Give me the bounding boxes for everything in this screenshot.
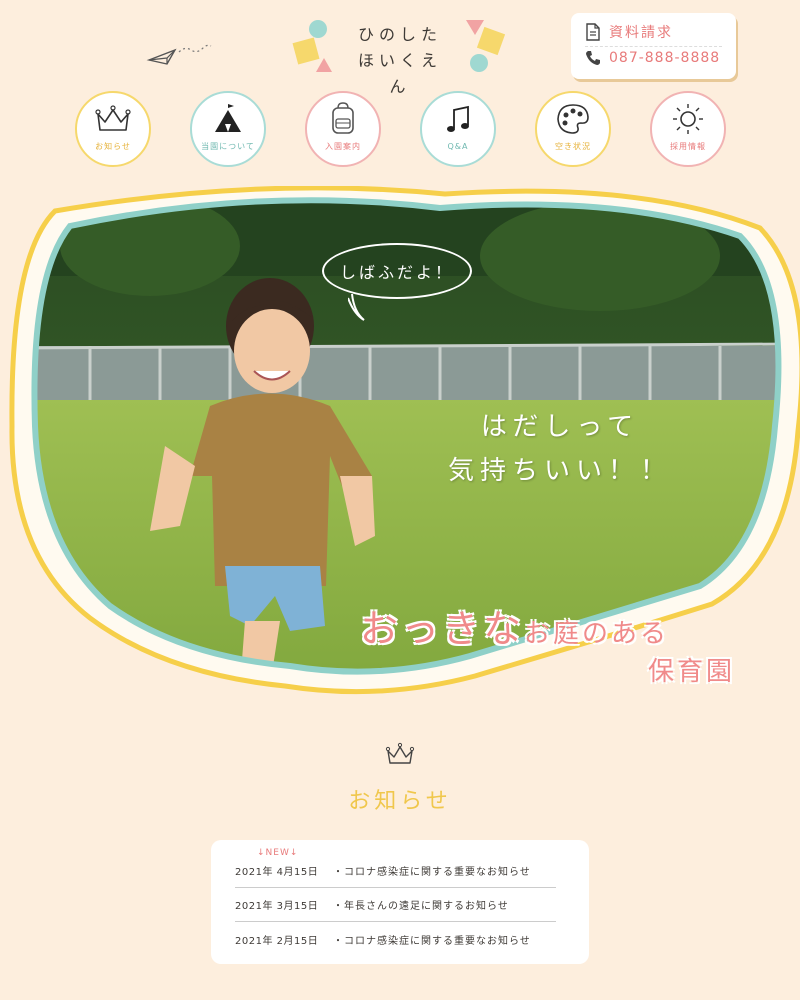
palette-icon <box>557 104 589 134</box>
tagline-big: おっきな <box>360 607 525 651</box>
phone-link[interactable]: 087-888-8888 <box>585 50 720 66</box>
nav-item-admission[interactable]: 入園案内 <box>305 91 381 167</box>
logo-triangle-pink <box>316 58 332 72</box>
nav-label-admission: 入園案内 <box>325 142 361 151</box>
phone-icon <box>586 51 600 65</box>
nav-item-qa[interactable]: Q&A <box>420 91 496 167</box>
contact-divider <box>585 46 722 47</box>
sun-icon <box>673 104 703 134</box>
news-item[interactable]: 2021年 4月15日 ・コロナ感染症に関する重要なお知らせ <box>235 854 556 888</box>
paper-plane-icon <box>146 44 212 65</box>
nav-label-qa: Q&A <box>447 142 469 151</box>
news-date: 2021年 3月15日 <box>235 901 319 912</box>
tagline-mid: お庭のある <box>524 619 670 649</box>
nav-item-news[interactable]: お知らせ <box>75 91 151 167</box>
tagline-line2: 保育園 <box>647 657 735 687</box>
tent-icon <box>215 104 241 132</box>
nav-item-about[interactable]: 当園について <box>190 91 266 167</box>
news-date: 2021年 4月15日 <box>235 867 319 878</box>
news-title: ・コロナ感染症に関する重要なお知らせ <box>333 867 531 878</box>
news-date: 2021年 2月15日 <box>235 935 319 947</box>
speech-bubble: しばふだよ！ <box>322 243 472 299</box>
hero-section: しばふだよ！ はだしって 気持ちいい！！ おっきなお庭のある 保育園 <box>0 186 800 706</box>
news-item[interactable]: 2021年 3月15日 ・年長さんの遠足に関するお知らせ <box>235 888 556 922</box>
nav-label-recruit: 採用情報 <box>670 142 706 151</box>
music-note-icon <box>447 105 469 132</box>
site-logo[interactable]: ひのした ほいくえん <box>290 16 510 96</box>
nav-label-news: お知らせ <box>95 142 131 151</box>
document-request-link[interactable]: 資料請求 <box>585 22 673 42</box>
news-title: ・コロナ感染症に関する重要なお知らせ <box>333 935 531 947</box>
nav-label-about: 当園について <box>201 142 255 151</box>
crown-icon <box>95 105 131 131</box>
logo-text-line1: ひのした <box>357 25 442 44</box>
logo-circle-teal <box>309 20 327 38</box>
news-item[interactable]: 2021年 2月15日 ・コロナ感染症に関する重要なお知らせ <box>235 922 556 956</box>
phone-number: 087-888-8888 <box>609 50 721 66</box>
main-nav: お知らせ 当園について 入園案内 Q&A 空き状況 採用情報 <box>75 91 726 167</box>
contact-box: 資料請求 087-888-8888 <box>571 13 736 79</box>
document-request-label: 資料請求 <box>609 25 673 41</box>
nav-label-availability: 空き状況 <box>555 142 591 151</box>
hero-copy-line2: 気持ちいい！！ <box>447 456 672 486</box>
nav-item-recruit[interactable]: 採用情報 <box>650 91 726 167</box>
news-section-title: お知らせ <box>348 789 452 814</box>
hero-tagline: おっきなお庭のある 保育園 <box>360 598 740 688</box>
document-icon <box>586 23 600 41</box>
hero-copy-line1: はだしって <box>480 412 640 442</box>
news-list: ↓NEW↓ 2021年 4月15日 ・コロナ感染症に関する重要なお知らせ 202… <box>211 840 589 964</box>
news-title: ・年長さんの遠足に関するお知らせ <box>333 901 509 912</box>
logo-circle-teal-right <box>470 54 488 72</box>
speech-bubble-tail <box>348 294 365 321</box>
nav-item-availability[interactable]: 空き状況 <box>535 91 611 167</box>
backpack-icon <box>332 102 354 134</box>
hero-catchcopy: はだしって 気持ちいい！！ <box>440 405 680 493</box>
crown-icon <box>385 742 415 764</box>
